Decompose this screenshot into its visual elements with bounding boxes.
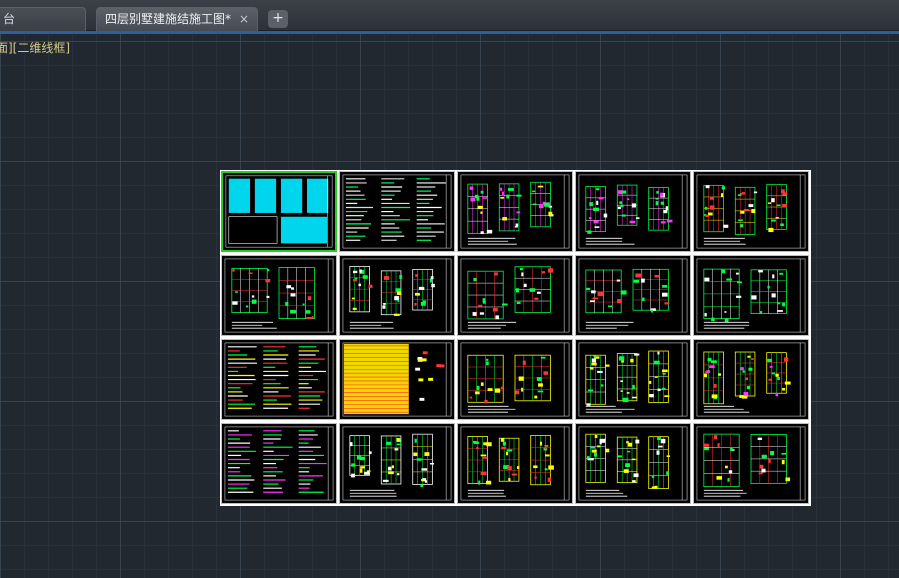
drawing-sheet[interactable]	[457, 255, 573, 336]
drawing-sheet[interactable]	[693, 423, 809, 504]
tab-start[interactable]: 台	[0, 7, 86, 31]
drawing-sheet[interactable]	[339, 339, 455, 420]
drawing-sheet[interactable]	[221, 339, 337, 420]
sheet-drawing-preview	[224, 426, 334, 501]
drawing-sheet[interactable]	[575, 339, 691, 420]
drawing-sheet[interactable]	[339, 423, 455, 504]
drawing-sheet[interactable]	[339, 255, 455, 336]
sheet-drawing-preview	[460, 342, 570, 417]
sheet-drawing-preview	[696, 174, 806, 249]
sheet-drawing-preview	[696, 258, 806, 333]
tab-start-label: 台	[3, 12, 16, 26]
sheet-drawing-preview	[460, 258, 570, 333]
close-icon[interactable]: ×	[239, 8, 249, 30]
drawing-sheet[interactable]	[457, 171, 573, 252]
sheet-drawing-preview	[578, 426, 688, 501]
tab-drawing[interactable]: 四层别墅建施结施工图* ×	[96, 7, 258, 31]
sheet-drawing-preview	[578, 174, 688, 249]
sheet-drawing-preview	[578, 258, 688, 333]
document-tab-bar: 台 四层别墅建施结施工图* × +	[0, 0, 899, 31]
drawing-sheet[interactable]	[693, 339, 809, 420]
drawing-sheet[interactable]	[457, 339, 573, 420]
tab-drawing-label: 四层别墅建施结施工图*	[105, 12, 232, 26]
drawing-sheet[interactable]	[575, 423, 691, 504]
viewport-controls-label[interactable]: 面][二维线框]	[0, 39, 70, 56]
sheet-drawing-preview	[225, 175, 333, 248]
drawing-sheet[interactable]	[457, 423, 573, 504]
sheet-drawing-preview	[696, 426, 806, 501]
layout-sheets-group[interactable]	[220, 170, 811, 506]
drawing-sheet[interactable]	[221, 255, 337, 336]
new-tab-button[interactable]: +	[268, 10, 288, 28]
sheet-drawing-preview	[224, 342, 334, 417]
sheet-drawing-preview	[460, 174, 570, 249]
sheet-drawing-preview	[696, 342, 806, 417]
sheet-drawing-preview	[342, 342, 452, 417]
sheet-drawing-preview	[460, 426, 570, 501]
sheet-drawing-preview	[342, 174, 452, 249]
sheet-drawing-preview	[224, 258, 334, 333]
drawing-sheet[interactable]	[575, 255, 691, 336]
sheet-drawing-preview	[578, 342, 688, 417]
sheet-drawing-preview	[342, 426, 452, 501]
drawing-sheet[interactable]	[339, 171, 455, 252]
sheet-drawing-preview	[342, 258, 452, 333]
plus-icon: +	[272, 10, 284, 26]
drawing-sheet[interactable]	[221, 423, 337, 504]
drawing-sheet[interactable]	[693, 255, 809, 336]
drawing-sheet[interactable]	[693, 171, 809, 252]
drawing-sheet[interactable]	[575, 171, 691, 252]
drawing-sheet[interactable]	[221, 171, 337, 252]
